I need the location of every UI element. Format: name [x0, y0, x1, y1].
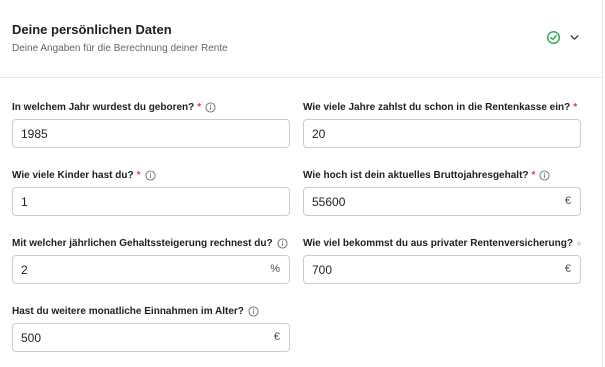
- other-income-field: Hast du weitere monatliche Einnahmen im …: [12, 304, 290, 352]
- private-pension-input[interactable]: [312, 256, 552, 283]
- info-icon[interactable]: [248, 305, 259, 317]
- info-icon[interactable]: [539, 169, 550, 181]
- gross-salary-field: Wie hoch ist dein aktuelles Bruttojahres…: [303, 168, 581, 216]
- private-pension-field: Wie viel bekommst du aus privater Renten…: [303, 236, 581, 284]
- salary-increase-field: Mit welcher jährlichen Gehaltssteigerung…: [12, 236, 290, 284]
- personal-data-card: Deine persönlichen Daten Deine Angaben f…: [0, 0, 603, 367]
- euro-suffix: €: [564, 263, 571, 275]
- other-income-label: Hast du weitere monatliche Einnahmen im …: [12, 305, 244, 317]
- children-input[interactable]: [21, 188, 261, 215]
- private-pension-input-box[interactable]: €: [303, 255, 581, 284]
- salary-increase-input[interactable]: [21, 256, 261, 283]
- birth-year-field: In welchem Jahr wurdest du geboren? *: [12, 100, 290, 148]
- other-income-input-box[interactable]: €: [12, 323, 290, 352]
- required-marker: *: [531, 169, 536, 181]
- birth-year-input-box[interactable]: [12, 119, 290, 148]
- gross-salary-input[interactable]: [312, 188, 552, 215]
- required-marker: *: [573, 101, 578, 113]
- other-income-input[interactable]: [21, 324, 261, 351]
- birth-year-input[interactable]: [21, 120, 261, 147]
- children-field: Wie viele Kinder hast du? *: [12, 168, 290, 216]
- card-title: Deine persönlichen Daten: [12, 22, 172, 37]
- contribution-years-input[interactable]: [312, 120, 552, 147]
- required-marker: *: [136, 169, 141, 181]
- info-icon[interactable]: [205, 101, 216, 113]
- salary-increase-input-box[interactable]: %: [12, 255, 290, 284]
- card-header[interactable]: Deine persönlichen Daten Deine Angaben f…: [0, 0, 602, 78]
- percent-suffix: %: [270, 263, 280, 275]
- info-icon[interactable]: [277, 237, 288, 249]
- info-icon[interactable]: [577, 238, 581, 249]
- info-icon[interactable]: [144, 169, 156, 181]
- children-input-box[interactable]: [12, 187, 290, 216]
- contribution-years-input-box[interactable]: [303, 119, 581, 148]
- check-circle-icon: [546, 30, 561, 45]
- chevron-down-icon[interactable]: [567, 30, 582, 45]
- contribution-years-label: Wie viele Jahre zahlst du schon in die R…: [303, 101, 571, 113]
- gross-salary-input-box[interactable]: €: [303, 187, 581, 216]
- euro-suffix: €: [564, 195, 571, 207]
- gross-salary-label: Wie hoch ist dein aktuelles Bruttojahres…: [303, 169, 529, 181]
- private-pension-label: Wie viel bekommst du aus privater Renten…: [303, 237, 573, 249]
- euro-suffix: €: [273, 331, 280, 343]
- salary-increase-label: Mit welcher jährlichen Gehaltssteigerung…: [12, 237, 273, 249]
- required-marker: *: [197, 101, 202, 113]
- children-label: Wie viele Kinder hast du?: [12, 169, 134, 181]
- card-subtitle: Deine Angaben für die Berechnung deiner …: [12, 43, 228, 54]
- contribution-years-field: Wie viele Jahre zahlst du schon in die R…: [303, 100, 581, 148]
- birth-year-label: In welchem Jahr wurdest du geboren?: [12, 101, 195, 113]
